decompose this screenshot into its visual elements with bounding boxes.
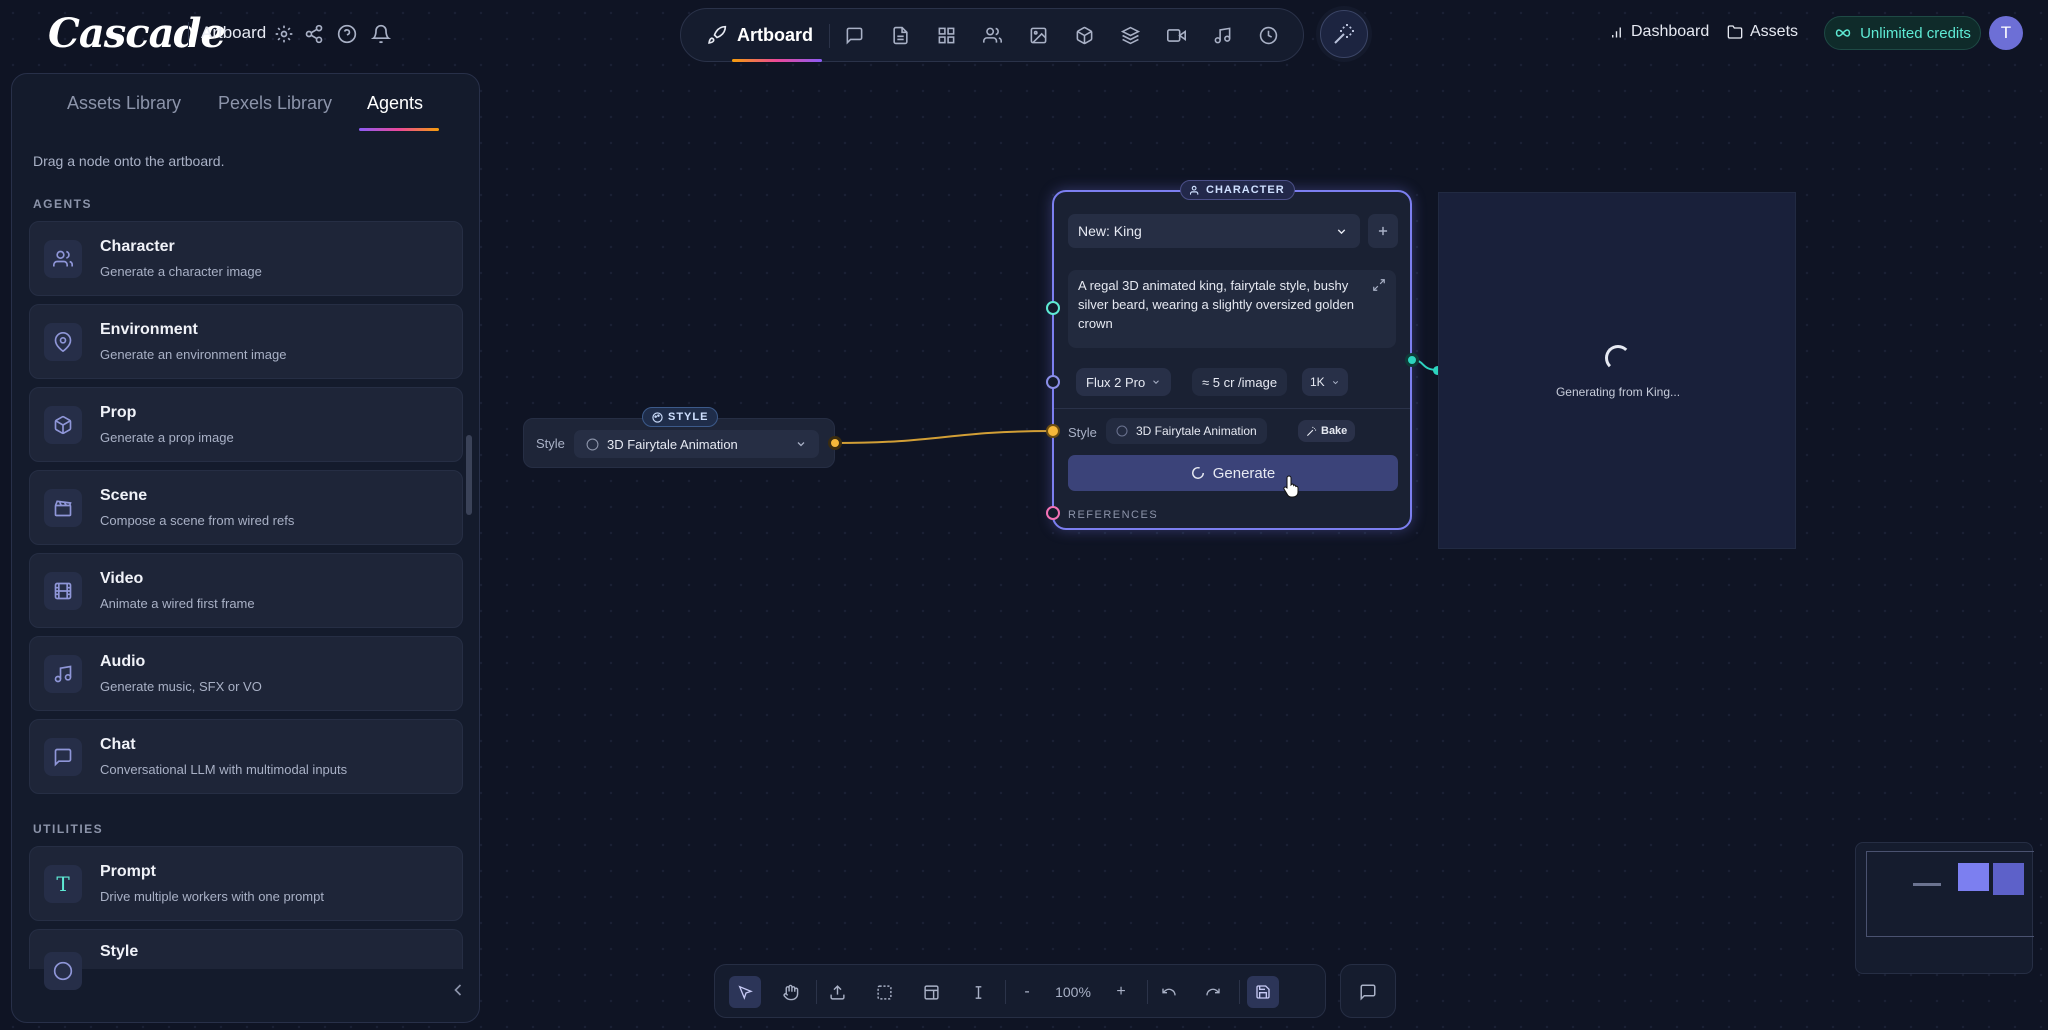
upload-icon [829,984,846,1001]
bottom-toolbar: - 100% + [714,964,1326,1018]
generate-button[interactable]: Generate [1068,455,1398,491]
minimap[interactable] [1855,842,2034,974]
references-label: REFERENCES [1068,509,1159,521]
zoom-out-button[interactable]: - [1013,978,1041,1006]
redo-button[interactable] [1199,978,1227,1006]
pan-tool-button[interactable] [776,978,804,1006]
generate-label: Generate [1212,464,1276,482]
palette-icon [652,411,663,423]
frame-button[interactable] [917,978,945,1006]
chevron-down-icon [795,438,807,450]
style-badge-label: STYLE [668,411,709,423]
chevron-down-icon [1151,377,1161,387]
users-icon [1190,185,1201,196]
model-value: Flux 2 Pro [1086,374,1146,390]
wand-icon [1306,426,1317,437]
toolbar-divider [1147,980,1148,1004]
node-divider [1054,408,1410,409]
minimap-character-node [1958,863,1989,891]
chevron-down-icon [1335,225,1348,238]
palette-icon [1116,425,1128,437]
character-prompt-input[interactable]: A regal 3D animated king, fairytale styl… [1068,270,1396,348]
save-icon [1255,984,1271,1000]
comment-icon [1359,983,1377,1001]
toolbar-divider [816,980,817,1004]
output-preview-node[interactable]: Generating from King... [1438,192,1796,549]
character-node[interactable]: CHARACTER New: King A regal 3D animated … [1052,180,1412,530]
marquee-select-button[interactable] [870,978,898,1006]
hand-icon [782,984,799,1001]
minimap-output-node [1993,863,2024,895]
select-tool-button[interactable] [729,976,761,1008]
loader-icon [1191,466,1205,480]
undo-button[interactable] [1155,978,1183,1006]
style-input-value: 3D Fairytale Animation [1106,418,1267,444]
undo-icon [1161,984,1177,1000]
style-select[interactable]: 3D Fairytale Animation [574,430,819,458]
character-select-value: New: King [1078,223,1142,239]
text-cursor-icon [970,984,987,1001]
style-node[interactable]: STYLE Style 3D Fairytale Animation [523,407,835,468]
references-input-port[interactable] [1046,506,1060,520]
style-input-port[interactable] [1046,424,1060,438]
style-input-label: Style [1068,425,1097,440]
zoom-in-button[interactable]: + [1107,978,1135,1006]
expand-icon[interactable] [1372,278,1386,292]
output-status: Generating from King... [1555,385,1681,399]
minimap-style-node [1913,883,1941,886]
output-port[interactable] [1405,353,1419,367]
comments-button[interactable] [1354,978,1382,1006]
character-node-badge: CHARACTER [1180,180,1295,200]
style-field-label: Style [536,436,565,451]
bake-button[interactable]: Bake [1298,420,1356,442]
model-select[interactable]: Flux 2 Pro [1076,368,1172,396]
redo-icon [1205,984,1221,1000]
zoom-level[interactable]: 100% [1045,978,1101,1006]
character-select[interactable]: New: King [1068,214,1360,248]
resolution-select[interactable]: 1K [1302,368,1348,396]
style-output-port[interactable] [828,436,842,450]
prompt-input-port[interactable] [1046,301,1060,315]
style-select-value: 3D Fairytale Animation [607,436,738,452]
chevron-down-icon [1331,378,1340,387]
style-node-badge: STYLE [642,407,719,427]
plus-icon [1376,224,1390,238]
hand-pointer-icon [1283,474,1303,498]
character-badge-label: CHARACTER [1206,184,1285,196]
frame-icon [923,984,940,1001]
toolbar-divider [1239,980,1240,1004]
bake-label: Bake [1321,425,1348,437]
dashed-square-icon [876,984,893,1001]
style-input-text: 3D Fairytale Animation [1136,424,1257,438]
text-tool-button[interactable] [964,978,992,1006]
comments-toolbar [1340,964,1396,1018]
loading-spinner [1605,345,1631,371]
add-character-button[interactable] [1368,214,1398,248]
upload-button[interactable] [823,978,851,1006]
resolution-value: 1K [1310,375,1325,389]
palette-icon [586,438,599,451]
save-button[interactable] [1247,976,1279,1008]
cursor-icon [737,984,753,1000]
toolbar-divider [1005,980,1006,1004]
model-input-port[interactable] [1046,375,1060,389]
cost-badge: ≈ 5 cr /image [1192,368,1288,396]
